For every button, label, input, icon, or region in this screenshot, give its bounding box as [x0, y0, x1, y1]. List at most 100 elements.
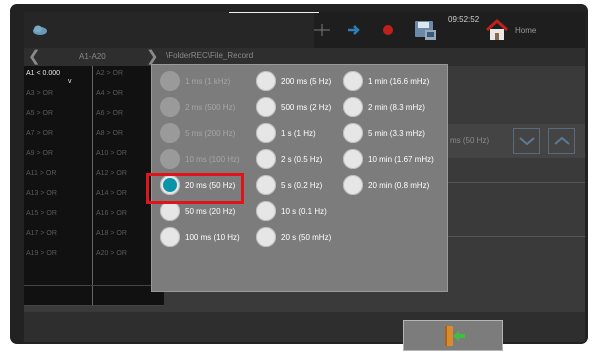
channel-cell: A4 > OR [96, 90, 124, 97]
sampling-option[interactable]: 5 min (3.3 mHz) [343, 121, 425, 145]
channel-cell: A3 > OR [26, 90, 54, 97]
channel-cell: A16 > OR [96, 210, 127, 217]
radio-button[interactable] [256, 71, 276, 91]
channel-cell: A19 > OR [26, 250, 57, 257]
sampling-option[interactable]: 5 s (0.2 Hz) [256, 173, 322, 197]
cursor-tool-button[interactable] [310, 13, 334, 47]
sampling-option[interactable]: 10 s (0.1 Hz) [256, 199, 327, 223]
radio-button[interactable] [256, 175, 276, 195]
option-label: 5 ms (200 Hz) [185, 128, 236, 138]
home-label: Home [515, 26, 537, 35]
radio-button[interactable] [343, 71, 363, 91]
panel-line [439, 182, 585, 183]
option-label: 20 s (50 mHz) [281, 232, 332, 242]
channel-cell: A15 > OR [26, 210, 57, 217]
radio-button [160, 149, 180, 169]
radio-button [160, 97, 180, 117]
option-label: 10 s (0.1 Hz) [281, 206, 327, 216]
save-button[interactable] [410, 13, 440, 47]
radio-button[interactable] [256, 201, 276, 221]
sampling-option[interactable]: 2 s (0.5 Hz) [256, 147, 322, 171]
sampling-option[interactable]: 2 min (8.3 mHz) [343, 95, 425, 119]
radio-button[interactable] [256, 97, 276, 117]
channel-range-label: A1-A20 [79, 52, 106, 61]
chevron-right-icon[interactable]: ❯ [146, 49, 159, 65]
chevron-up-button[interactable] [548, 128, 575, 154]
sampling-option[interactable]: 10 min (1.67 mHz) [343, 147, 434, 171]
chevron-down-icon [518, 137, 535, 146]
option-label: 2 ms (500 Hz) [185, 102, 236, 112]
sampling-option[interactable]: 200 ms (5 Hz) [256, 69, 331, 93]
record-button[interactable] [374, 13, 402, 47]
cloud-icon[interactable] [32, 25, 48, 35]
radio-button[interactable] [160, 227, 180, 247]
channel-cell: A13 > OR [26, 190, 57, 197]
radio-button[interactable] [160, 201, 180, 221]
sampling-option: 10 ms (100 Hz) [160, 147, 240, 171]
channel-cell: A10 > OR [96, 150, 127, 157]
channel-cell: A20 > OR [96, 250, 127, 257]
row-divider [24, 305, 164, 306]
sampling-option[interactable]: 1 min (16.6 mHz) [343, 69, 429, 93]
channel-cell: A14 > OR [96, 190, 127, 197]
chevron-left-icon[interactable]: ❮ [28, 49, 41, 65]
sampling-option[interactable]: 20 min (0.8 mHz) [343, 173, 429, 197]
cursor-icon [314, 24, 330, 36]
save-icon [415, 21, 436, 40]
option-label: 5 s (0.2 Hz) [281, 180, 323, 190]
radio-button[interactable] [160, 175, 180, 195]
channel-list: A1 < 0.000 v A3 > OR A5 > OR A7 > OR A9 > OR A… [24, 66, 164, 306]
sampling-option: 5 ms (200 Hz) [160, 121, 235, 145]
radio-button[interactable] [343, 175, 363, 195]
radio-button[interactable] [256, 227, 276, 247]
radio-button[interactable] [343, 149, 363, 169]
option-label: 10 min (1.67 mHz) [368, 154, 434, 164]
frequency-label: ms (50 Hz) [450, 136, 490, 145]
channel-cell: v [68, 78, 72, 85]
exit-button[interactable] [403, 320, 503, 351]
sampling-option[interactable]: 500 ms (2 Hz) [256, 95, 331, 119]
sampling-option[interactable]: 100 ms (10 Hz) [160, 225, 240, 249]
arrow-right-icon [348, 25, 360, 35]
option-label: 200 ms (5 Hz) [281, 76, 332, 86]
title-line [229, 12, 319, 13]
top-toolbar: 09:52:52 Home [24, 12, 585, 48]
radio-button[interactable] [256, 123, 276, 143]
toolbar-left-area [24, 12, 314, 48]
record-icon [383, 25, 393, 35]
channel-cell: A18 > OR [96, 230, 127, 237]
channel-cell: A9 > OR [26, 150, 54, 157]
sampling-option[interactable]: 20 s (50 mHz) [256, 225, 331, 249]
option-label: 20 min (0.8 mHz) [368, 180, 430, 190]
chevron-up-icon [553, 136, 570, 145]
option-label: 50 ms (20 Hz) [185, 206, 236, 216]
radio-button[interactable] [343, 123, 363, 143]
option-label: 10 ms (100 Hz) [185, 154, 240, 164]
chevron-down-button[interactable] [513, 128, 540, 154]
option-label: 2 s (0.5 Hz) [281, 154, 323, 164]
radio-button[interactable] [343, 97, 363, 117]
option-label: 20 ms (50 Hz) [185, 180, 236, 190]
option-label: 100 ms (10 Hz) [185, 232, 240, 242]
option-label: 1 s (1 Hz) [281, 128, 316, 138]
channel-cell: A8 > OR [96, 130, 124, 137]
channel-cell: A7 > OR [26, 130, 54, 137]
sampling-option[interactable]: 50 ms (20 Hz) [160, 199, 235, 223]
home-button[interactable] [482, 13, 512, 47]
play-button[interactable] [340, 13, 368, 47]
panel-line [439, 236, 585, 237]
sampling-option[interactable]: 1 s (1 Hz) [256, 121, 316, 145]
sampling-option[interactable]: 20 ms (50 Hz) [160, 173, 235, 197]
channel-cell: A2 > OR [96, 70, 124, 77]
radio-button [160, 123, 180, 143]
row-divider [24, 285, 164, 286]
radio-button [160, 71, 180, 91]
channel-cell: A1 < 0.000 [26, 70, 61, 77]
channel-cell: A5 > OR [26, 110, 54, 117]
radio-button[interactable] [256, 149, 276, 169]
option-label: 5 min (3.3 mHz) [368, 128, 425, 138]
option-label: 2 min (8.3 mHz) [368, 102, 425, 112]
option-label: 1 min (16.6 mHz) [368, 76, 430, 86]
channel-cell: A6 > OR [96, 110, 124, 117]
channel-cell: A17 > OR [26, 230, 57, 237]
